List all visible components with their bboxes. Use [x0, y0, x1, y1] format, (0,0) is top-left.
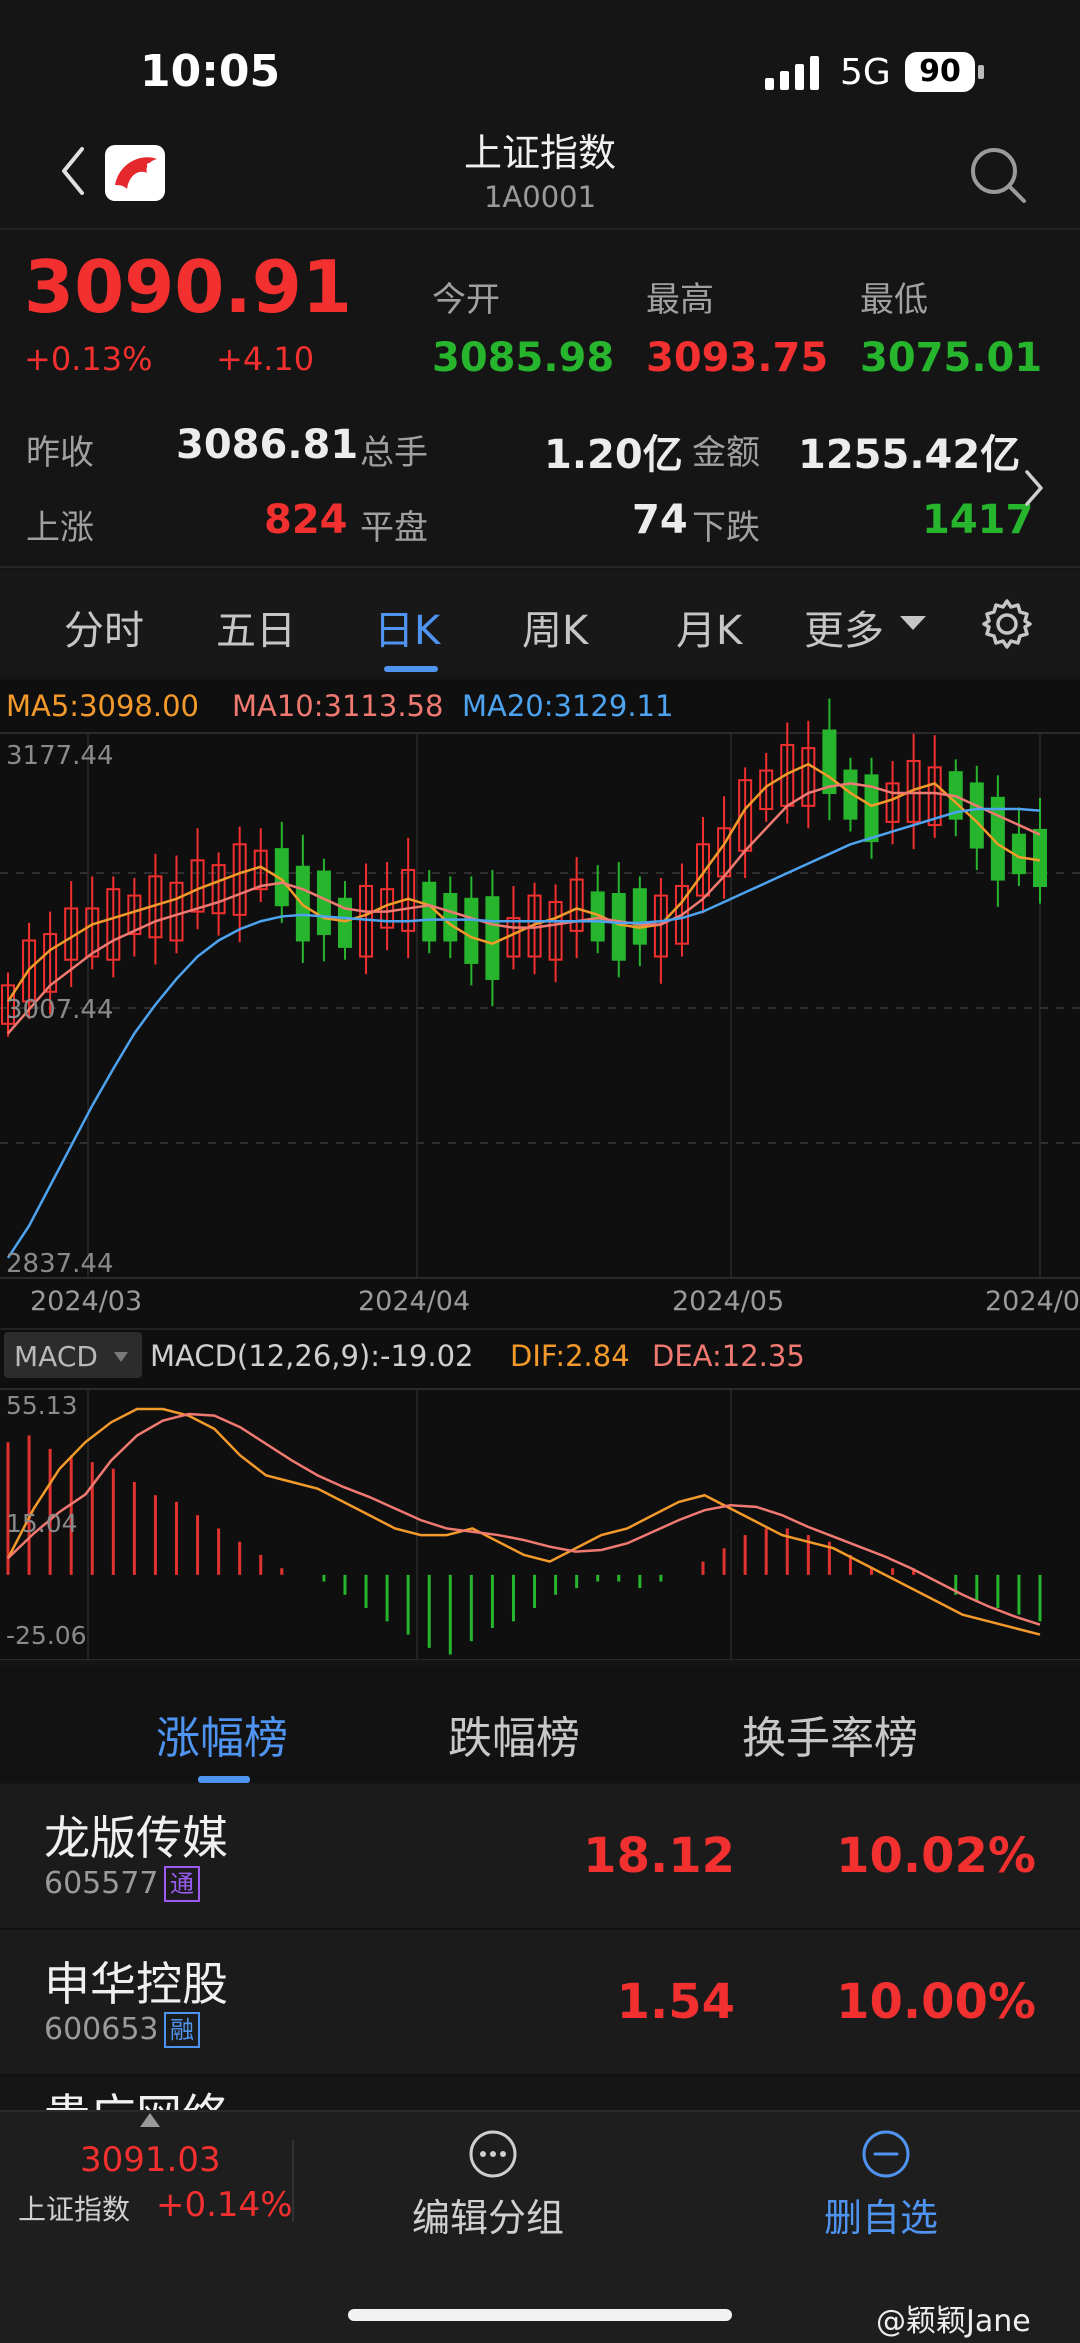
- candle-body: [464, 897, 479, 964]
- stock-change-pct: 10.02%: [836, 1828, 1036, 1884]
- candle-body: [611, 892, 626, 961]
- tab-daily-k[interactable]: 日K: [374, 598, 440, 656]
- stock-name: 龙版传媒: [44, 1811, 228, 1865]
- tab-more[interactable]: 更多: [804, 598, 884, 656]
- volume-label: 总手: [360, 433, 428, 473]
- edit-group-button[interactable]: 编辑分组: [412, 2187, 564, 2242]
- amount-value: 1255.42亿: [798, 432, 1021, 478]
- tab-top-losers[interactable]: 跌幅榜: [448, 1702, 580, 1766]
- tab-intraday[interactable]: 分时: [64, 598, 144, 656]
- low-label: 最低: [860, 280, 928, 320]
- battery-tip: [978, 65, 984, 79]
- candle-body: [969, 782, 984, 849]
- macd-y-high: 55.13: [6, 1391, 78, 1420]
- divider: [0, 228, 1080, 230]
- page-title: 上证指数: [463, 131, 616, 175]
- high-label: 最高: [646, 280, 714, 320]
- stock-tag-badge: 融: [164, 2012, 200, 2048]
- list-item[interactable]: 龙版传媒 605577 通 18.12 10.02%: [0, 1784, 1080, 1928]
- candle-body: [422, 881, 437, 942]
- x-tick-3: 2024/05: [672, 1286, 784, 1317]
- caret-up-icon: [140, 2113, 160, 2127]
- divider: [0, 566, 1080, 568]
- candle-body: [316, 870, 331, 936]
- candle-body: [1033, 828, 1047, 887]
- list-item[interactable]: 申华控股 600653 融 1.54 10.00%: [0, 1930, 1080, 2074]
- candle-body: [822, 729, 837, 795]
- flat-label: 平盘: [360, 508, 428, 548]
- up-count: 824: [264, 497, 348, 543]
- mini-index-name[interactable]: 上证指数: [18, 2188, 130, 2228]
- volume-value: 1.20亿: [544, 432, 683, 478]
- amount-label: 金额: [692, 433, 760, 473]
- change-percent: +0.13%: [24, 340, 153, 378]
- list-item-partial[interactable]: 贵广网络: [44, 2080, 228, 2110]
- remove-watchlist-button[interactable]: 删自选: [824, 2187, 938, 2242]
- gear-icon[interactable]: [980, 597, 1034, 651]
- indicator-label: MACD: [14, 1340, 98, 1373]
- ma20-legend: MA20:3129.11: [462, 689, 673, 723]
- low-value: 3075.01: [860, 335, 1043, 381]
- divider: [292, 2140, 294, 2222]
- minus-circle-icon[interactable]: [860, 2128, 912, 2180]
- chevron-right-icon[interactable]: [1022, 468, 1046, 508]
- y-tick-high: 3177.44: [6, 741, 114, 771]
- tab-five-day[interactable]: 五日: [216, 598, 296, 656]
- macd-y-mid: 15.04: [6, 1509, 78, 1538]
- x-tick-1: 2024/03: [30, 1286, 142, 1317]
- ma5-legend: MA5:3098.00: [6, 689, 199, 723]
- tab-weekly-k[interactable]: 周K: [522, 598, 588, 656]
- candle-body: [485, 896, 500, 980]
- macd-params: MACD(12,26,9):-19.02: [150, 1339, 474, 1373]
- prev-close-value: 3086.81: [176, 422, 359, 468]
- search-icon[interactable]: [968, 145, 1028, 205]
- change-value: +4.10: [216, 340, 315, 378]
- active-tab-indicator: [198, 1776, 250, 1783]
- stock-tag-badge: 通: [164, 1866, 200, 1902]
- prev-close-label: 昨收: [26, 433, 94, 473]
- candle-body: [443, 892, 458, 942]
- tab-top-gainers[interactable]: 涨幅榜: [156, 1702, 288, 1766]
- macd-dif: DIF:2.84: [510, 1339, 630, 1373]
- open-value: 3085.98: [432, 335, 615, 381]
- up-label: 上涨: [26, 508, 94, 548]
- signal-icon: [765, 56, 819, 90]
- watermark: @颖颖Jane: [876, 2304, 1031, 2339]
- home-indicator: [348, 2309, 732, 2321]
- stock-code: 605577: [44, 1866, 159, 1901]
- stock-code: 600653: [44, 2012, 159, 2047]
- y-tick-mid: 3007.44: [6, 995, 114, 1025]
- stock-price: 18.12: [583, 1828, 735, 1884]
- status-time: 10:05: [140, 46, 281, 97]
- battery-icon: 90: [905, 52, 975, 92]
- x-tick-4: 2024/0: [985, 1286, 1080, 1317]
- down-count: 1417: [922, 497, 1034, 543]
- stock-name: 申华控股: [44, 1957, 228, 2011]
- network-type: 5G: [840, 52, 891, 93]
- kline-chart[interactable]: MA5:3098.00 MA10:3113.58 MA20:3129.11 31…: [0, 680, 1080, 1660]
- flat-count: 74: [632, 497, 688, 543]
- mini-index-price[interactable]: 3091.03: [80, 2140, 221, 2180]
- macd-dea: DEA:12.35: [652, 1339, 805, 1373]
- open-label: 今开: [432, 280, 500, 320]
- current-price: 3090.91: [24, 245, 352, 329]
- macd-y-low: -25.06: [6, 1621, 87, 1650]
- candle-body: [632, 888, 647, 945]
- ma10-legend: MA10:3113.58: [232, 689, 443, 723]
- down-label: 下跌: [692, 508, 760, 548]
- x-tick-2: 2024/04: [358, 1286, 470, 1317]
- more-dots-icon[interactable]: [467, 2128, 519, 2180]
- tab-monthly-k[interactable]: 月K: [676, 598, 742, 656]
- y-tick-low: 2837.44: [6, 1249, 114, 1279]
- dropdown-caret-icon[interactable]: [898, 614, 928, 632]
- stock-change-pct: 10.00%: [836, 1974, 1036, 2030]
- active-tab-indicator: [384, 666, 438, 672]
- divider: [0, 2074, 1080, 2076]
- stock-price: 1.54: [616, 1974, 735, 2030]
- tab-turnover-rate[interactable]: 换手率榜: [742, 1702, 918, 1766]
- mini-index-change[interactable]: +0.14%: [156, 2185, 293, 2225]
- page-subtitle-code: 1A0001: [483, 180, 597, 214]
- high-value: 3093.75: [646, 335, 829, 381]
